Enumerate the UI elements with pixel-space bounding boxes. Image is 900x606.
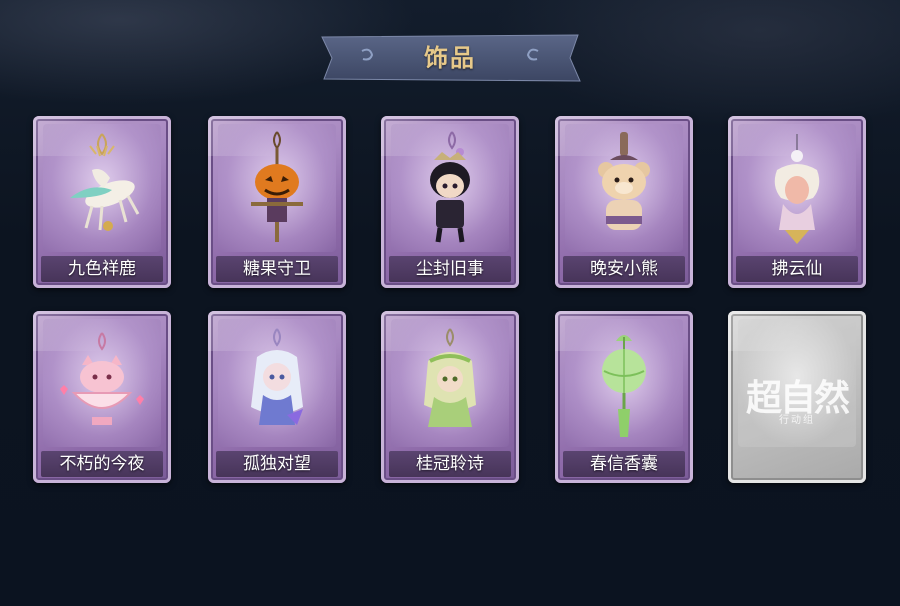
- green-sachet-charm-icon: [602, 335, 646, 437]
- accessory-name: 春信香囊: [563, 451, 685, 477]
- locked-accessory-card[interactable]: 超自然 行动组: [728, 311, 866, 483]
- accessory-card-5[interactable]: 拂云仙: [728, 116, 866, 288]
- accessory-name: 孤独对望: [216, 451, 338, 477]
- pumpkin-scarecrow-charm-icon: [251, 131, 303, 242]
- accessory-name: 桂冠聆诗: [389, 451, 511, 477]
- accessory-card-9[interactable]: 春信香囊: [555, 311, 693, 483]
- accessory-card-3[interactable]: 尘封旧事: [381, 116, 519, 288]
- teddy-bear-charm-icon: [598, 132, 650, 230]
- accessory-card-6[interactable]: 不朽的今夜: [33, 311, 171, 483]
- accessory-card-8[interactable]: 桂冠聆诗: [381, 311, 519, 483]
- chibi-gentleman-charm-icon: [430, 131, 470, 243]
- accessory-name: 不朽的今夜: [41, 451, 163, 477]
- deer-charm-icon: [70, 133, 140, 231]
- accessory-name: 糖果守卫: [216, 256, 338, 282]
- accessory-name: 拂云仙: [736, 256, 858, 282]
- accessory-name: 晚安小熊: [563, 256, 685, 282]
- accessory-card-4[interactable]: 晚安小熊: [555, 116, 693, 288]
- blue-girl-charm-icon: [251, 328, 303, 425]
- accessory-card-2[interactable]: 糖果守卫: [208, 116, 346, 288]
- pink-fox-teacup-charm-icon: [60, 332, 144, 425]
- accessory-name: 九色祥鹿: [41, 256, 163, 282]
- laurel-girl-charm-icon: [424, 328, 476, 427]
- cloud-fairy-charm-icon: [774, 134, 820, 244]
- watermark-subtitle: 行动组: [779, 415, 815, 426]
- accessory-name: 尘封旧事: [389, 256, 511, 282]
- background: [0, 0, 900, 606]
- section-header: 饰品: [318, 33, 582, 83]
- section-title: 饰品: [424, 44, 476, 72]
- accessory-card-7[interactable]: 孤独对望: [208, 311, 346, 483]
- accessory-card-1[interactable]: 九色祥鹿: [33, 116, 171, 288]
